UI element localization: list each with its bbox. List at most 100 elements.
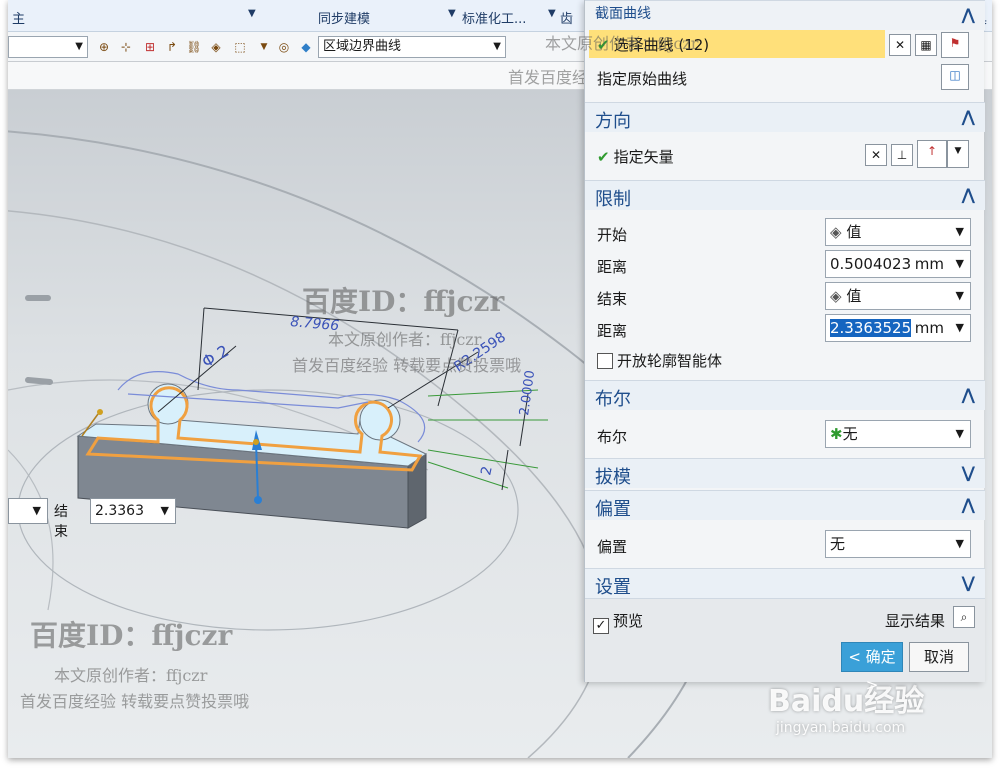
offset-select[interactable]: 无 ▼ (825, 530, 971, 558)
show-result-label: 显示结果 (885, 612, 946, 630)
box-select-arrow[interactable]: ▼ (256, 39, 272, 55)
tab-cut[interactable]: 齿 (560, 8, 573, 27)
start-option-select[interactable]: ◈ 值 ▼ (825, 218, 971, 246)
dim-diameter-text[interactable]: Φ 2 (199, 341, 233, 371)
add-icon[interactable]: ⊞ (142, 39, 158, 55)
collapse-icon: ⋀ (961, 495, 975, 514)
extrude-dialog: 截面曲线 ⋀ ✔ 选择曲线 (12) ✕ ▦ ⚑ 指定原始曲线 ◫ 方向 ⋀ ✔ 指… (545, 0, 985, 694)
chain-icon[interactable]: ⛓ (186, 39, 202, 55)
watermark-author-2: 本文原创作者：ffjczr (54, 666, 208, 685)
offset-header[interactable]: 偏置 ⋀ (585, 490, 985, 520)
feature-curve-icon[interactable]: ◈ (208, 39, 224, 55)
end-value-input[interactable]: 2.3363 ▼ (90, 498, 176, 524)
end-option-select[interactable]: ◈ 值 ▼ (825, 282, 971, 310)
boolean-title: 布尔 (595, 389, 631, 410)
extrude-side-face (407, 453, 427, 529)
boolean-option-text: 无 (842, 425, 858, 443)
face-icon[interactable]: ◎ (276, 39, 292, 55)
original-curve-icon[interactable]: ◫ (941, 64, 969, 90)
direction-header[interactable]: 方向 ⋀ (585, 102, 985, 132)
dim-height-ext-3 (427, 449, 539, 469)
ribbon-dropdown-arrow-3[interactable]: ▼ (548, 8, 556, 19)
preview-text: 预览 (613, 612, 644, 630)
curve-rule-dropdown[interactable]: 区域边界曲线 ▼ (318, 36, 506, 58)
body-icon[interactable]: ◆ (298, 39, 314, 55)
draft-header[interactable]: 拔模 ⋁ (585, 458, 985, 488)
vector-dialog-icon[interactable]: ⊥ (891, 144, 913, 166)
offset-option-text: 无 (830, 535, 846, 553)
snap-point-icon[interactable]: ⊹ (118, 39, 134, 55)
end-value-text: 2.3363 (95, 503, 144, 519)
ribbon-left-glyph: 主 (12, 12, 26, 27)
dim-height-text-2[interactable]: 2 (478, 465, 496, 477)
start-distance-unit: mm (914, 255, 944, 273)
draft-title: 拔模 (595, 467, 631, 488)
dim-height-text-1[interactable]: 2.0000 (517, 369, 538, 416)
reverse-direction-icon[interactable]: ✕ (865, 144, 887, 166)
ok-button[interactable]: < 确定 > (841, 642, 903, 694)
filter-dropdown[interactable]: ▼ (8, 36, 88, 58)
box-select-icon[interactable]: ⬚ (232, 39, 248, 55)
limits-title: 限制 (595, 189, 631, 210)
end-distance-input[interactable]: 2.3363525 mm ▼ (825, 314, 971, 342)
end-distance-value: 2.3363525 (830, 319, 912, 337)
curve-selector-icon[interactable]: ✕ (889, 34, 911, 56)
limits-header[interactable]: 限制 ⋀ (585, 180, 985, 210)
start-distance-value: 0.5004023 (830, 255, 912, 273)
boolean-none-icon: ✱ (830, 425, 843, 443)
snap-icon[interactable]: ⊕ (96, 39, 112, 55)
ribbon-dropdown-arrow[interactable]: ▼ (248, 8, 256, 19)
end-distance-label: 距离 (597, 322, 628, 340)
start-label: 开始 (597, 226, 628, 244)
expand-icon: ⋁ (961, 573, 975, 592)
preview-checkbox[interactable]: ✓ 预览 (593, 610, 643, 634)
start-handle-dot[interactable] (97, 409, 103, 415)
vector-end-handle[interactable] (254, 496, 262, 504)
baidu-url: jingyan.baidu.com (776, 720, 906, 736)
collapse-icon: ⋀ (961, 185, 975, 204)
checkbox-icon (597, 353, 613, 369)
baidu-logo: Baidu经验 (768, 684, 925, 719)
sketch-icon[interactable]: ▦ (915, 34, 937, 56)
section-curve-title: 截面曲线 (595, 6, 651, 22)
boolean-header[interactable]: 布尔 ⋀ (585, 380, 985, 410)
watermark-id: 百度ID：ffjczr (302, 285, 505, 318)
end-option-text: 值 (846, 287, 862, 305)
boolean-select[interactable]: ✱无 ▼ (825, 420, 971, 448)
dim-height-ext-4 (427, 461, 509, 489)
ribbon-dropdown-arrow-2[interactable]: ▼ (448, 8, 456, 19)
cancel-button[interactable]: 取消 (909, 642, 969, 672)
settings-header[interactable]: 设置 ⋁ (585, 568, 985, 598)
section-curve-header[interactable]: 截面曲线 ⋀ (585, 0, 985, 30)
settings-title: 设置 (595, 577, 631, 598)
value-icon: ◈ (830, 287, 842, 305)
watermark-id-2: 百度ID：ffjczr (30, 619, 233, 652)
vector-origin-handle[interactable] (253, 439, 259, 445)
vector-dropdown-arrow[interactable]: ▼ (947, 140, 969, 168)
watermark-notice: 首发百度经验 转载要点赞投票哦 (292, 356, 522, 375)
collapse-icon: ⋀ (961, 107, 975, 126)
tab-sync-modeling[interactable]: 同步建模 (318, 8, 370, 27)
nx-window: 主 ▼ 同步建模 ▼ 标准化工... ▼ 齿 具 ▼ ⊕ ⊹ ⊞ ↱ ⛓ ◈ ⬚… (8, 0, 992, 758)
open-profile-checkbox[interactable]: 开放轮廓智能体 (597, 350, 722, 371)
keyhole-right (359, 399, 401, 441)
slot-mark-2 (25, 377, 53, 385)
offset-title: 偏置 (595, 499, 631, 520)
end-distance-unit: mm (914, 319, 944, 337)
end-option-dropdown[interactable]: ▼ (8, 498, 48, 524)
dim-height-line-2 (501, 449, 509, 491)
magnifier-icon[interactable]: ⌕ (953, 606, 975, 628)
sketch-section-icon[interactable]: ⚑ (941, 32, 969, 58)
value-icon: ◈ (830, 223, 842, 241)
tab-standard[interactable]: 标准化工... (462, 8, 526, 27)
curve-icon[interactable]: ↱ (164, 39, 180, 55)
checkbox-checked-icon: ✓ (593, 618, 609, 634)
start-distance-input[interactable]: 0.5004023 mm ▼ (825, 250, 971, 278)
collapse-icon: ⋀ (961, 385, 975, 404)
start-option-text: 值 (846, 223, 862, 241)
offset-label: 偏置 (597, 538, 628, 556)
plate-edge-2 (8, 449, 54, 611)
watermark-notice-2: 首发百度经验 转载要点赞投票哦 (20, 692, 250, 711)
inferred-vector-icon[interactable]: ↑ (917, 140, 947, 168)
end-label: 结束 (54, 504, 68, 540)
